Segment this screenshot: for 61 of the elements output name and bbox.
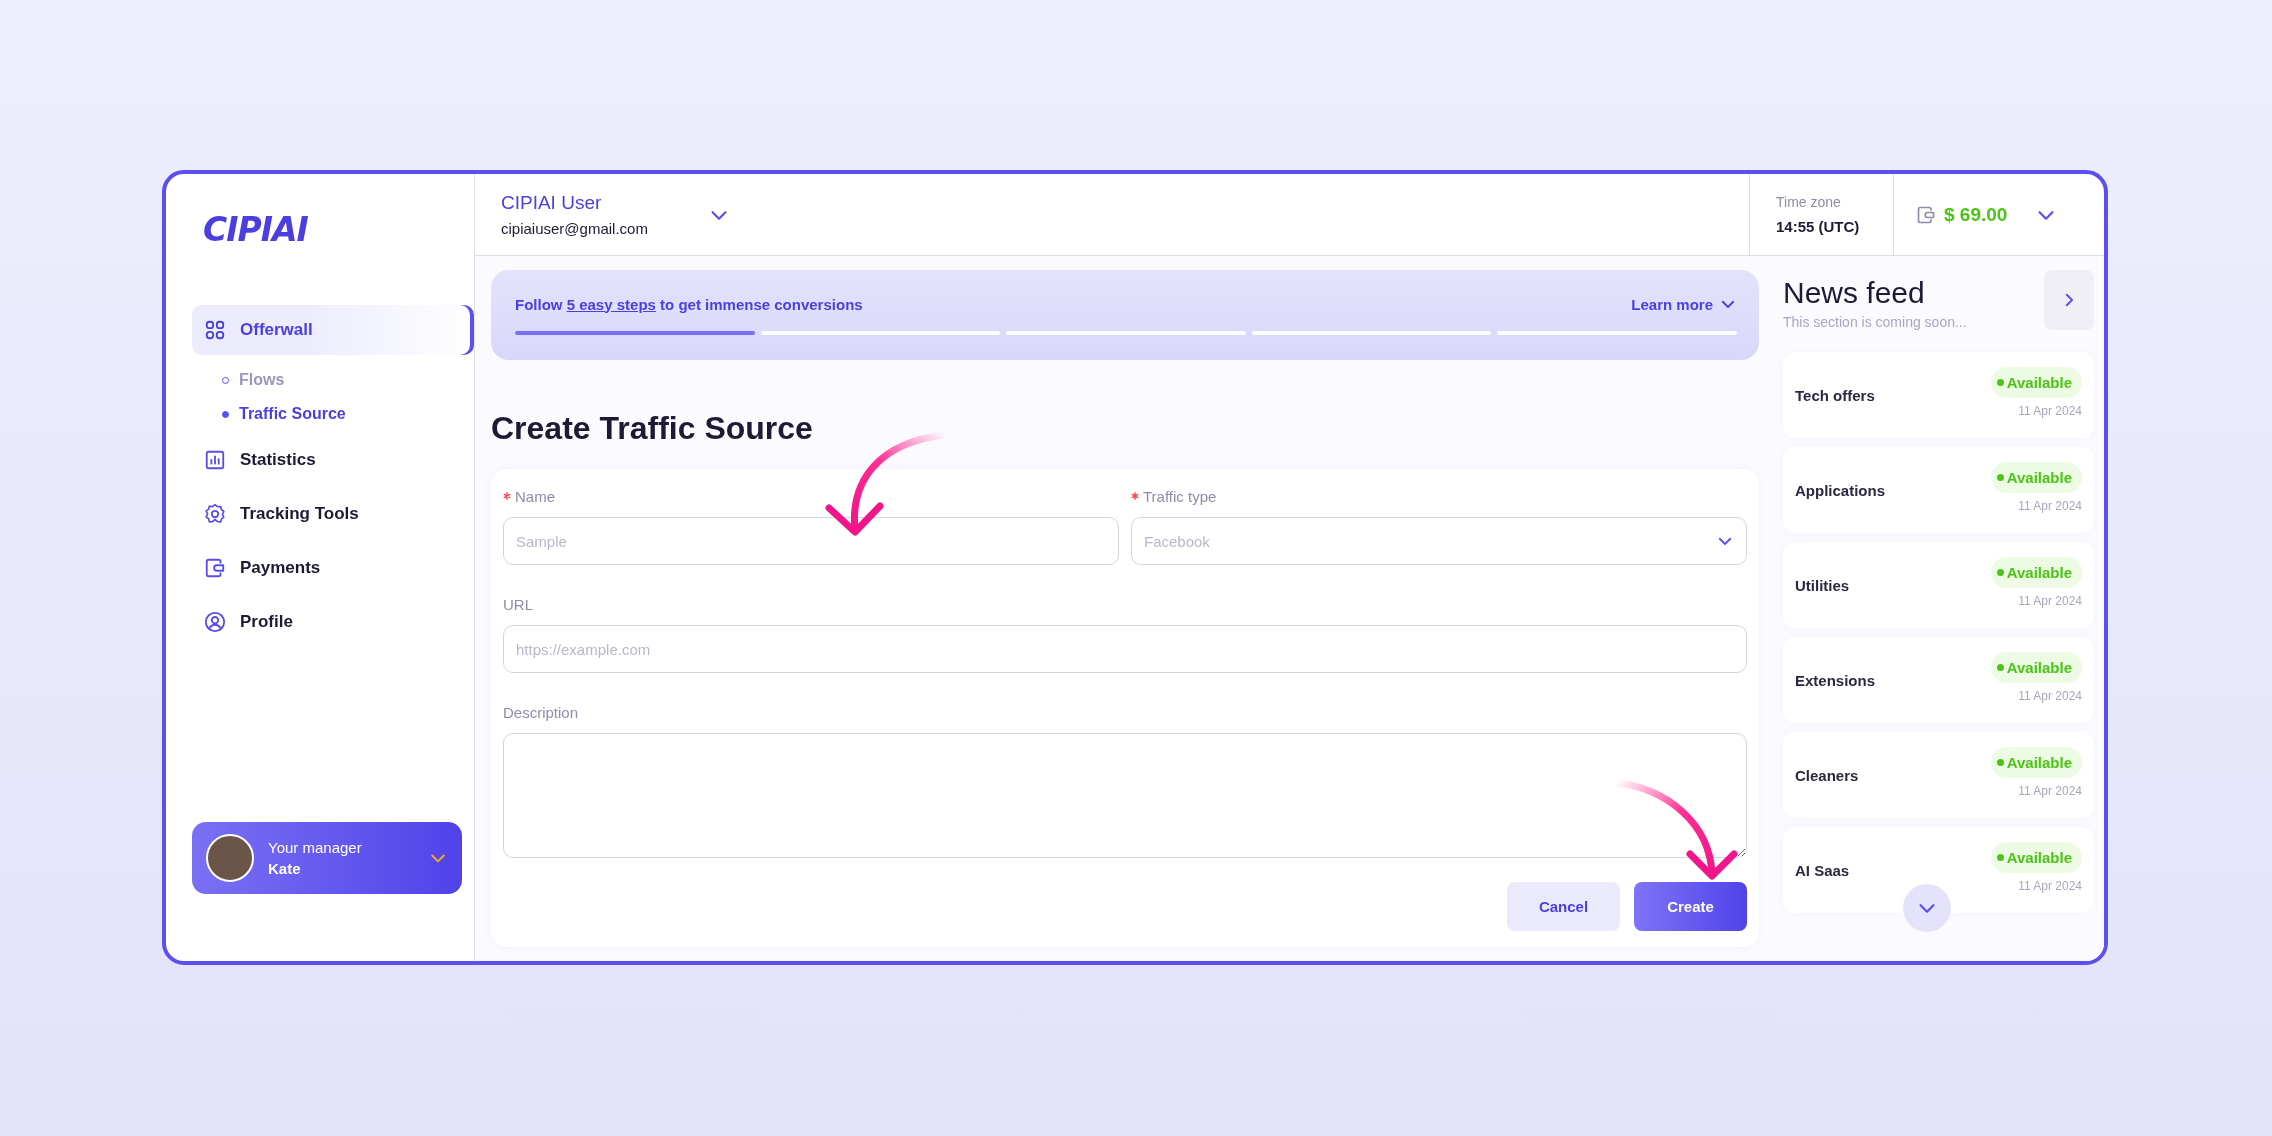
status-badge: Available [1990,366,2082,398]
field-label: Traffic type [1143,487,1217,505]
cancel-button[interactable]: Cancel [1507,882,1620,931]
status-badge: Available [1990,651,2082,683]
news-title: Applications [1795,481,1885,499]
nav-item[interactable]: Statistics [192,435,474,485]
field-label: Description [503,703,579,721]
page-title: Create Traffic Source [491,410,814,447]
manager-card[interactable]: Your manager Kate [192,822,462,894]
news-title: Tech offers [1795,386,1875,404]
field-label: URL [503,595,533,613]
bar-chart-icon [204,449,226,471]
news-date: 11 Apr 2024 [2018,593,2082,608]
news-card[interactable]: Tech offers Available 11 Apr 2024 [1783,352,2094,438]
timezone-value: 14:55 (UTC) [1776,218,1861,235]
text-input-field[interactable]: https://example.com [503,625,1747,673]
field-label: Name [515,487,555,505]
create-button[interactable]: Create [1634,882,1747,931]
news-title: Utilities [1795,576,1850,594]
status-badge: Available [1990,556,2082,588]
timezone-label: Time zone [1776,194,1842,210]
news-card[interactable]: Utilities Available 11 Apr 2024 [1783,542,2094,628]
news-title: Extensions [1795,671,1876,689]
learn-more-button[interactable]: Learn more [1631,295,1737,313]
news-feed-subtitle: This section is coming soon... [1783,314,1967,330]
banner-text: Follow 5 easy steps to get immense conversions [515,295,863,313]
nav-item[interactable]: Profile [192,597,474,647]
avatar-placeholder [206,834,254,882]
news-title: Cleaners [1795,766,1859,784]
news-date: 11 Apr 2024 [2018,878,2082,893]
settings-icon [204,503,226,525]
news-date: 11 Apr 2024 [2018,688,2082,703]
news-card[interactable]: Cleaners Available 11 Apr 2024 [1783,732,2094,818]
news-card[interactable]: Applications Available 11 Apr 2024 [1783,447,2094,533]
status-badge: Available [1990,461,2082,493]
news-date: 11 Apr 2024 [2018,403,2082,418]
news-title: AI Saas [1795,861,1850,879]
user-icon [204,611,226,633]
text-input-field[interactable]: Sample [503,517,1119,565]
nav-item[interactable]: Payments [192,543,474,593]
nav-item[interactable]: Offerwall [192,305,474,355]
textarea-field[interactable] [503,733,1747,858]
wallet-icon [204,557,226,579]
nav-item[interactable]: Tracking Tools [192,489,474,539]
logo: CIPIAI [203,210,308,249]
nav-subitem[interactable]: Traffic Source [222,397,346,431]
scroll-down-button[interactable] [1903,884,1951,932]
grid-icon [204,319,226,341]
news-card[interactable]: AI Saas Available 11 Apr 2024 [1783,827,2094,913]
steps-link[interactable]: 5 easy steps [566,295,656,313]
user-email: cipiaiuser@gmail.com [501,220,648,237]
news-date: 11 Apr 2024 [2018,783,2082,798]
news-card[interactable]: Extensions Available 11 Apr 2024 [1783,637,2094,723]
news-date: 11 Apr 2024 [2018,498,2082,513]
next-button[interactable] [2044,270,2094,330]
user-name: CIPIAI User [501,192,603,214]
balance-amount: $ 69.00 [1944,203,2008,226]
news-feed-title: News feed [1783,276,1926,310]
status-badge: Available [1990,841,2082,873]
status-badge: Available [1990,746,2082,778]
wallet-icon [1916,204,1936,225]
